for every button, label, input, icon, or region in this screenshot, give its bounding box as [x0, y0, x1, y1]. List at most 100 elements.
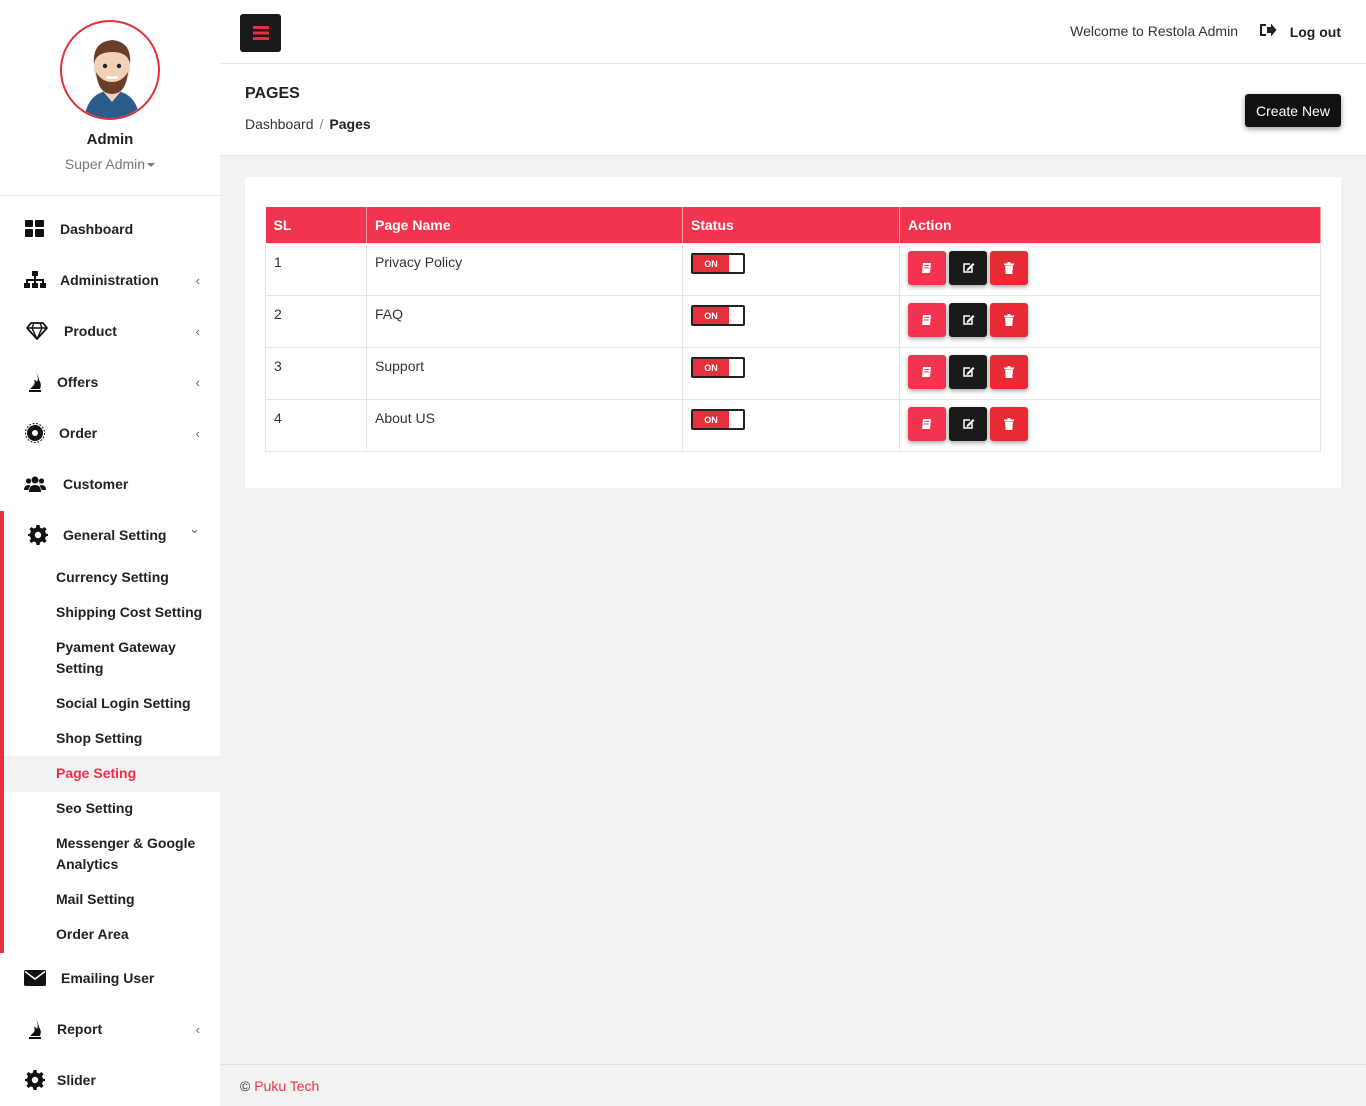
sidebar-subitem-currency-setting[interactable]: Currency Setting [56, 567, 206, 588]
edit-button[interactable] [949, 406, 987, 441]
sidebar-item-general-setting[interactable]: General Setting ⌄ [0, 515, 220, 555]
column-header-action: Action [899, 207, 1321, 243]
status-toggle[interactable]: ON [691, 305, 745, 326]
sidebar-item-slider[interactable]: Slider [0, 1060, 220, 1100]
sidebar-subitem-payment-gateway-setting[interactable]: Pyament Gateway Setting [56, 637, 186, 679]
status-toggle[interactable]: ON [691, 357, 745, 378]
sidebar-item-offers[interactable]: Offers ‹ [0, 362, 220, 402]
sidebar-subitem-shop-setting[interactable]: Shop Setting [56, 728, 206, 749]
cell-sl: 3 [265, 346, 367, 400]
action-buttons [908, 354, 1312, 389]
users-icon [24, 473, 46, 495]
trash-icon [1004, 417, 1014, 430]
cell-sl: 2 [265, 294, 367, 348]
page-title: PAGES [245, 85, 300, 102]
copyright-symbol: © [240, 1078, 251, 1094]
cell-actions [899, 346, 1321, 400]
caret-down-icon [147, 163, 156, 168]
view-button[interactable] [908, 302, 946, 337]
sidebar-subitem-shipping-cost-setting[interactable]: Shipping Cost Setting [56, 602, 206, 623]
sidebar-subitem-mail-setting[interactable]: Mail Setting [56, 889, 206, 910]
view-button[interactable] [908, 406, 946, 441]
edit-button[interactable] [949, 354, 987, 389]
sidebar-item-order[interactable]: Order ‹ [0, 413, 220, 453]
table-row: 1 Privacy Policy ON [265, 242, 1321, 296]
cell-page-name: Privacy Policy [366, 242, 683, 296]
create-new-button[interactable]: Create New [1245, 94, 1341, 127]
cell-actions [899, 398, 1321, 452]
avatar[interactable] [60, 20, 160, 120]
sidebar-subitem-messenger-google-analytics[interactable]: Messenger & Google Analytics [56, 833, 196, 875]
table-row: 4 About US ON [265, 398, 1321, 452]
status-toggle[interactable]: ON [691, 409, 745, 430]
trash-icon [1004, 365, 1014, 378]
sidebar-subitem-social-login-setting[interactable]: Social Login Setting [56, 693, 206, 714]
active-section-indicator [0, 511, 4, 953]
gear-icon [24, 1069, 46, 1091]
trash-icon [1004, 261, 1014, 274]
admin-role-dropdown[interactable]: Super Admin [0, 156, 220, 172]
cell-status: ON [682, 294, 900, 348]
sidebar-item-report[interactable]: Report ‹ [0, 1009, 220, 1049]
chevron-down-icon: ⌄ [189, 521, 200, 536]
sidebar-subitem-seo-setting[interactable]: Seo Setting [56, 798, 206, 819]
edit-button[interactable] [949, 250, 987, 285]
delete-button[interactable] [990, 302, 1028, 337]
book-icon [921, 366, 933, 378]
table-header-row: SL Page Name Status Action [265, 207, 1321, 243]
breadcrumb-separator: / [319, 116, 324, 132]
column-header-status: Status [682, 207, 900, 243]
chevron-left-icon: ‹ [195, 323, 200, 339]
gear-icon [27, 524, 49, 546]
sidebar-item-label: Dashboard [60, 221, 134, 237]
delete-button[interactable] [990, 354, 1028, 389]
sidebar-item-label: Administration [60, 272, 159, 288]
logout-link[interactable]: Log out [1290, 24, 1341, 40]
sidebar-item-label: Product [64, 323, 117, 339]
sidebar-subitem-page-setting[interactable]: Page Seting [56, 763, 206, 784]
sidebar-item-label: Report [57, 1021, 103, 1037]
cell-status: ON [682, 398, 900, 452]
breadcrumb-current: Pages [329, 116, 371, 132]
hamburger-icon [252, 26, 269, 40]
sidebar-item-label: General Setting [63, 527, 167, 543]
sidebar-item-emailing-user[interactable]: Emailing User [0, 958, 220, 998]
fire-icon [24, 371, 46, 393]
sidebar-item-administration[interactable]: Administration ‹ [0, 260, 220, 300]
toggle-on-label: ON [693, 411, 729, 428]
sidebar-item-label: Slider [57, 1072, 96, 1088]
status-toggle[interactable]: ON [691, 253, 745, 274]
sidebar-item-product[interactable]: Product ‹ [0, 311, 220, 351]
sign-out-icon[interactable] [1259, 21, 1277, 39]
view-button[interactable] [908, 354, 946, 389]
admin-name: Admin [86, 131, 134, 148]
cell-page-name: Support [366, 346, 683, 400]
menu-toggle-button[interactable] [240, 14, 281, 52]
view-button[interactable] [908, 250, 946, 285]
edit-icon [962, 418, 975, 430]
column-header-sl: SL [265, 207, 367, 243]
delete-button[interactable] [990, 250, 1028, 285]
sidebar-item-dashboard[interactable]: Dashboard [0, 209, 220, 249]
edit-icon [962, 262, 975, 274]
sidebar-item-label: Customer [63, 476, 129, 492]
table-row: 2 FAQ ON [265, 294, 1321, 348]
sidebar-item-customer[interactable]: Customer [0, 464, 220, 504]
sidebar-item-label: Order [59, 425, 98, 441]
delete-button[interactable] [990, 406, 1028, 441]
sitemap-icon [24, 269, 46, 291]
edit-button[interactable] [949, 302, 987, 337]
order-icon [24, 422, 46, 444]
sidebar-subitem-order-area[interactable]: Order Area [56, 924, 206, 945]
cell-status: ON [682, 346, 900, 400]
footer-brand-link[interactable]: Puku Tech [254, 1078, 319, 1094]
profile-panel: Admin Super Admin [0, 0, 220, 196]
breadcrumb-home-link[interactable]: Dashboard [245, 116, 314, 132]
diamond-icon [26, 320, 48, 342]
welcome-text: Welcome to Restola Admin [1070, 23, 1238, 39]
sidebar: Admin Super Admin Dashboard Administrati… [0, 0, 220, 1106]
chevron-left-icon: ‹ [195, 374, 200, 390]
page-header: PAGES Dashboard / Pages Create New [220, 64, 1366, 156]
fire-icon [24, 1018, 46, 1040]
cell-sl: 4 [265, 398, 367, 452]
